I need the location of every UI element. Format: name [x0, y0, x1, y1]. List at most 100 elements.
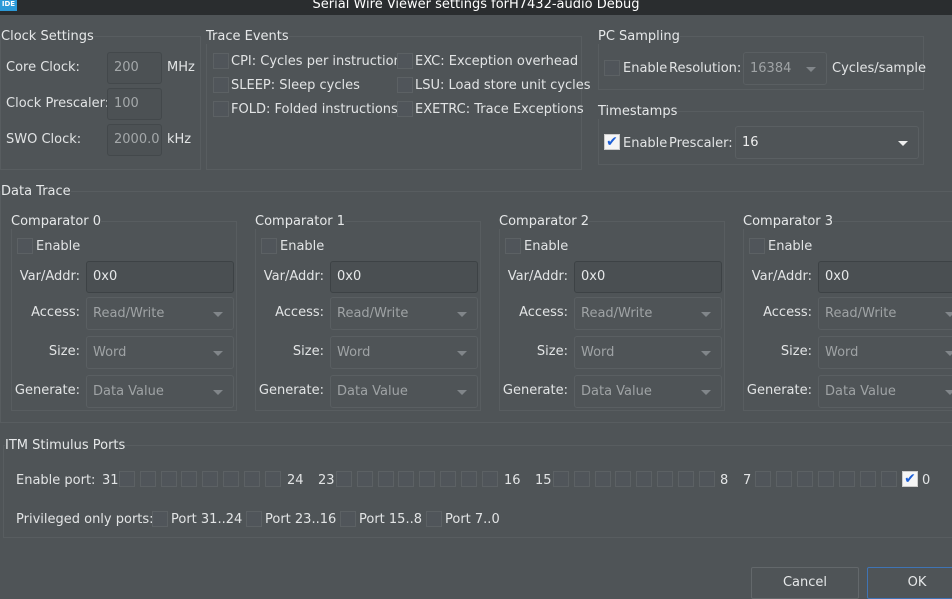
access-select[interactable]: Read/Write: [330, 297, 478, 330]
privileged-port-checkbox[interactable]: [152, 511, 168, 527]
comparator-title: Comparator 1: [255, 214, 346, 229]
trace-events-title: Trace Events: [206, 29, 289, 44]
var-addr-label: Var/Addr:: [19, 269, 80, 284]
clock-prescaler-input[interactable]: 100: [107, 88, 162, 120]
port-0-checkbox[interactable]: ✔: [902, 471, 918, 487]
generate-value: Data Value: [337, 384, 408, 399]
trace-event-checkbox[interactable]: [397, 77, 413, 93]
port-3-checkbox[interactable]: [839, 471, 855, 487]
chevron-down-icon: [213, 351, 223, 356]
access-select[interactable]: Read/Write: [818, 297, 952, 330]
resolution-select[interactable]: 16384: [743, 52, 827, 85]
privileged-port-checkbox[interactable]: [246, 511, 262, 527]
port-14-checkbox[interactable]: [573, 471, 590, 487]
port-11-checkbox[interactable]: [636, 471, 653, 487]
port-16-checkbox[interactable]: [481, 471, 498, 487]
comparator-title: Comparator 2: [499, 214, 590, 229]
port-18-checkbox[interactable]: [440, 471, 456, 487]
access-select[interactable]: Read/Write: [86, 297, 234, 330]
generate-select[interactable]: Data Value: [330, 375, 478, 408]
ok-button[interactable]: OK: [867, 567, 952, 599]
port-7-checkbox[interactable]: [755, 471, 771, 487]
chevron-down-icon: [898, 141, 908, 146]
size-label: Size:: [292, 344, 324, 359]
port-13-checkbox[interactable]: [594, 471, 611, 487]
port-21-checkbox[interactable]: [377, 471, 394, 487]
port-range-high: 15: [535, 473, 552, 488]
port-9-checkbox[interactable]: [677, 471, 694, 487]
cancel-button[interactable]: Cancel: [751, 567, 859, 599]
comparator-enable-checkbox[interactable]: [17, 238, 33, 254]
privileged-port-label: Port 7..0: [445, 512, 500, 527]
size-select[interactable]: Word: [574, 336, 722, 369]
port-27-checkbox[interactable]: [202, 471, 219, 487]
resolution-label: Resolution:: [669, 61, 742, 76]
generate-label: Generate:: [502, 383, 568, 398]
chevron-down-icon: [457, 312, 467, 317]
port-30-checkbox[interactable]: [139, 471, 156, 487]
generate-select[interactable]: Data Value: [86, 375, 234, 408]
timestamps-enable-label: Enable: [623, 136, 668, 151]
port-22-checkbox[interactable]: [356, 471, 373, 487]
size-select[interactable]: Word: [86, 336, 234, 369]
timestamps-prescaler-select[interactable]: 16: [735, 126, 919, 159]
port-4-checkbox[interactable]: [818, 471, 834, 487]
port-range-low: 24: [287, 473, 304, 488]
port-1-checkbox[interactable]: [881, 471, 897, 487]
port-26-checkbox[interactable]: [223, 471, 239, 487]
chevron-down-icon: [945, 351, 952, 356]
trace-event-checkbox[interactable]: [213, 53, 229, 69]
trace-event-checkbox[interactable]: [397, 101, 413, 117]
port-8-checkbox[interactable]: [698, 471, 715, 487]
pc-sampling-enable-checkbox[interactable]: [604, 60, 620, 76]
access-value: Read/Write: [825, 306, 897, 321]
core-clock-input[interactable]: 200: [107, 52, 162, 84]
access-select[interactable]: Read/Write: [574, 297, 722, 330]
pc-sampling-enable-label: Enable: [623, 61, 668, 76]
port-15-checkbox[interactable]: [553, 471, 569, 487]
port-5-checkbox[interactable]: [797, 471, 813, 487]
port-6-checkbox[interactable]: [776, 471, 792, 487]
privileged-port-checkbox[interactable]: [340, 511, 356, 527]
var-addr-input[interactable]: 0x0: [818, 261, 952, 293]
port-2-checkbox[interactable]: [860, 471, 876, 487]
privileged-port-label: Port 15..8: [359, 512, 422, 527]
size-label: Size:: [48, 344, 80, 359]
window-title: Serial Wire Viewer settings forH7432-aud…: [312, 0, 640, 12]
comparator-enable-checkbox[interactable]: [749, 238, 765, 254]
comparator-enable-checkbox[interactable]: [261, 238, 277, 254]
clock-settings-title: Clock Settings: [1, 29, 94, 44]
privileged-port-checkbox[interactable]: [426, 511, 442, 527]
access-value: Read/Write: [337, 306, 409, 321]
trace-event-checkbox[interactable]: [213, 101, 229, 117]
port-29-checkbox[interactable]: [160, 471, 177, 487]
var-addr-input[interactable]: 0x0: [574, 261, 722, 293]
var-addr-input[interactable]: 0x0: [330, 261, 478, 293]
chevron-down-icon: [945, 312, 952, 317]
timestamps-enable-checkbox[interactable]: ✔: [604, 134, 620, 150]
port-range-high: 7: [743, 473, 752, 488]
generate-label: Generate:: [258, 383, 324, 398]
comparator-enable-checkbox[interactable]: [505, 238, 521, 254]
size-select[interactable]: Word: [330, 336, 478, 369]
port-24-checkbox[interactable]: [264, 471, 281, 487]
size-select[interactable]: Word: [818, 336, 952, 369]
port-23-checkbox[interactable]: [336, 471, 352, 487]
port-range-high: 31: [102, 473, 119, 488]
port-20-checkbox[interactable]: [398, 471, 415, 487]
trace-event-checkbox[interactable]: [213, 77, 229, 93]
trace-event-checkbox[interactable]: [397, 53, 413, 69]
port-19-checkbox[interactable]: [419, 471, 436, 487]
port-31-checkbox[interactable]: [119, 471, 135, 487]
chevron-down-icon: [457, 351, 467, 356]
port-12-checkbox[interactable]: [615, 471, 632, 487]
swo-clock-input[interactable]: 2000.0: [107, 124, 162, 156]
port-28-checkbox[interactable]: [181, 471, 198, 487]
pc-sampling-title: PC Sampling: [598, 29, 680, 44]
generate-select[interactable]: Data Value: [818, 375, 952, 408]
port-10-checkbox[interactable]: [657, 471, 673, 487]
port-17-checkbox[interactable]: [460, 471, 477, 487]
var-addr-input[interactable]: 0x0: [86, 261, 234, 293]
port-25-checkbox[interactable]: [243, 471, 260, 487]
generate-select[interactable]: Data Value: [574, 375, 722, 408]
